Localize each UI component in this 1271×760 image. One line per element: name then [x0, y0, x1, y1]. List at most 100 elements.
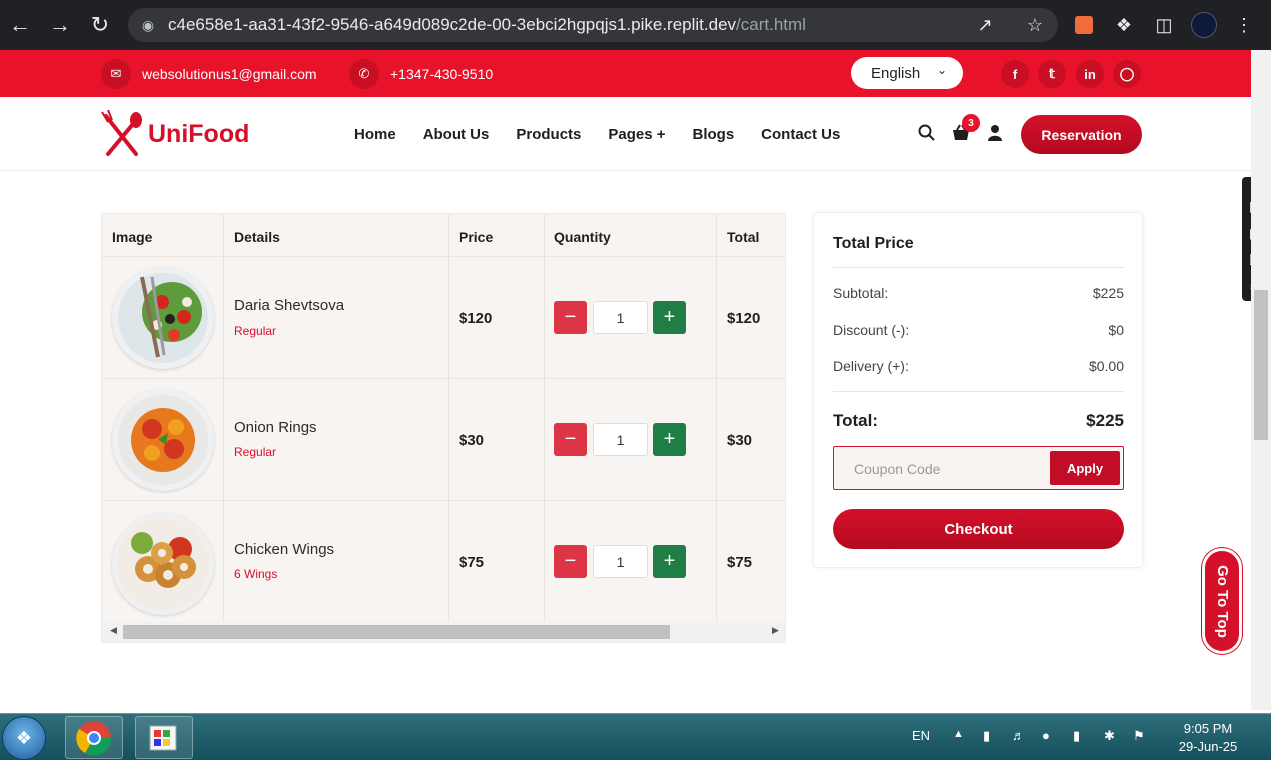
divider	[833, 391, 1124, 392]
table-row: Daria Shevtsova Regular $120 − + $120	[102, 257, 785, 379]
profile-avatar[interactable]	[1184, 0, 1224, 50]
fork-spoon-icon	[101, 110, 142, 156]
phone-icon: ✆	[349, 59, 379, 89]
table-row: Onion Rings Regular $30 − + $30	[102, 379, 785, 501]
go-to-top-button[interactable]: Go To Top	[1202, 548, 1242, 654]
signal-icon[interactable]: ▮	[1073, 728, 1080, 744]
share-icon[interactable]: ↗	[968, 8, 1002, 42]
product-name[interactable]: Chicken Wings	[234, 541, 334, 558]
go-to-top-label: Go To Top	[1213, 564, 1231, 638]
main-nav: Home About Us Products Pages + Blogs Con…	[354, 126, 867, 143]
tray-expand-icon[interactable]: ▲	[953, 728, 964, 740]
quantity-input[interactable]	[593, 301, 648, 334]
contact-email[interactable]: websolutionus1@gmail.com	[142, 66, 317, 82]
logo-text: UniFood	[148, 119, 250, 148]
product-variant: Regular	[234, 324, 277, 338]
product-name[interactable]: Daria Shevtsova	[234, 297, 344, 314]
menu-dots-icon[interactable]: ⋮	[1224, 0, 1264, 50]
puzzle-icon[interactable]: ❖	[1104, 0, 1144, 50]
product-price: $120	[459, 310, 493, 327]
subtotal-row: Subtotal: $225	[833, 285, 1124, 301]
col-price: Price	[459, 229, 494, 245]
contact-phone[interactable]: +1347-430-9510	[390, 66, 493, 82]
logo[interactable]: UniFood	[100, 110, 249, 158]
scrollbar-thumb[interactable]	[123, 625, 670, 639]
col-details: Details	[234, 229, 280, 245]
chevron-down-icon: ⌄	[936, 63, 947, 77]
search-icon[interactable]	[918, 124, 935, 146]
quantity-increase-button[interactable]: +	[653, 545, 686, 578]
bookmark-star-icon[interactable]: ☆	[1018, 8, 1052, 42]
discount-row: Discount (-): $0	[833, 322, 1124, 338]
product-image	[112, 389, 214, 491]
address-bar[interactable]: ◉ c4e658e1-aa31-43f2-9546-a649d089c2de-0…	[128, 8, 1058, 42]
discount-label: Discount (-):	[833, 322, 910, 338]
quantity-input[interactable]	[593, 545, 648, 578]
cart-table: Image Details Price Quantity Total Daria…	[101, 213, 786, 643]
apply-coupon-button[interactable]: Apply	[1050, 451, 1120, 485]
notification-icon[interactable]: ⚑	[1133, 728, 1145, 744]
linkedin-icon[interactable]: in	[1076, 60, 1104, 88]
coupon-input[interactable]: Coupon Code	[854, 461, 940, 477]
nav-about-us[interactable]: About Us	[423, 126, 490, 143]
checkout-button[interactable]: Checkout	[833, 509, 1124, 549]
start-button[interactable]: ❖	[2, 716, 46, 760]
nav-blogs[interactable]: Blogs	[693, 126, 735, 143]
product-variant: Regular	[234, 445, 277, 459]
order-summary-card: Total Price Subtotal: $225 Discount (-):…	[813, 212, 1143, 568]
nav-contact-us[interactable]: Contact Us	[761, 126, 840, 143]
subtotal-label: Subtotal:	[833, 285, 889, 301]
twitter-icon[interactable]: 𝕥	[1038, 60, 1066, 88]
windows-taskbar: ❖ EN ▲ ▮ ♬ ● ▮ ✱ ⚑ 9:05 PM 29-Jun-25	[0, 713, 1271, 760]
scroll-right-icon[interactable]: ▶	[772, 625, 779, 636]
user-icon[interactable]	[987, 124, 1003, 146]
product-image	[112, 267, 214, 369]
subtotal-value: $225	[1092, 285, 1124, 301]
mail-icon: ✉	[101, 59, 131, 89]
total-value: $225	[1086, 411, 1124, 430]
nav-products[interactable]: Products	[516, 126, 581, 143]
product-name[interactable]: Onion Rings	[234, 419, 317, 436]
facebook-icon[interactable]: f	[1001, 60, 1029, 88]
product-variant: 6 Wings	[234, 567, 278, 581]
col-quantity: Quantity	[554, 229, 611, 245]
vertical-scrollbar[interactable]	[1251, 50, 1271, 710]
network-icon[interactable]: ●	[1042, 728, 1050, 743]
chrome-taskbar-icon[interactable]	[65, 716, 123, 759]
quantity-decrease-button[interactable]: −	[554, 301, 587, 334]
delivery-value: $0.00	[1088, 358, 1124, 374]
power-icon[interactable]: ▮	[983, 728, 990, 744]
delivery-label: Delivery (+):	[833, 358, 909, 374]
forward-icon[interactable]: →	[40, 0, 80, 50]
horizontal-scrollbar[interactable]: ◀ ▶	[102, 622, 785, 642]
lock-icon: ◉	[141, 16, 155, 33]
system-clock[interactable]: 9:05 PM 29-Jun-25	[1170, 720, 1246, 756]
quantity-increase-button[interactable]: +	[653, 423, 686, 456]
coupon-field: Coupon Code Apply	[833, 446, 1124, 490]
volume-icon[interactable]: ♬	[1012, 728, 1025, 743]
quantity-input[interactable]	[593, 423, 648, 456]
extension-icon[interactable]	[1064, 0, 1104, 50]
nav-pages[interactable]: Pages +	[608, 126, 665, 143]
sidepanel-icon[interactable]: ◫	[1144, 0, 1184, 50]
quantity-increase-button[interactable]: +	[653, 301, 686, 334]
paint-taskbar-icon[interactable]	[135, 716, 193, 759]
scrollbar-thumb[interactable]	[1254, 290, 1268, 440]
row-total: $75	[727, 554, 753, 571]
language-select[interactable]: English ⌄	[851, 57, 963, 89]
bluetooth-icon[interactable]: ✱	[1104, 728, 1115, 744]
product-image	[112, 513, 214, 615]
summary-title: Total Price	[833, 235, 914, 252]
quantity-decrease-button[interactable]: −	[554, 423, 587, 456]
quantity-decrease-button[interactable]: −	[554, 545, 587, 578]
row-total: $30	[727, 432, 753, 449]
scroll-left-icon[interactable]: ◀	[110, 625, 117, 636]
reservation-button[interactable]: Reservation	[1021, 115, 1142, 154]
language-indicator[interactable]: EN	[912, 728, 930, 743]
grand-total-row: Total: $225	[833, 411, 1124, 431]
nav-home[interactable]: Home	[354, 126, 396, 143]
back-icon[interactable]: ←	[0, 0, 40, 50]
col-total: Total	[727, 229, 760, 245]
instagram-icon[interactable]: ◯	[1113, 60, 1141, 88]
reload-icon[interactable]: ↻	[80, 0, 120, 50]
